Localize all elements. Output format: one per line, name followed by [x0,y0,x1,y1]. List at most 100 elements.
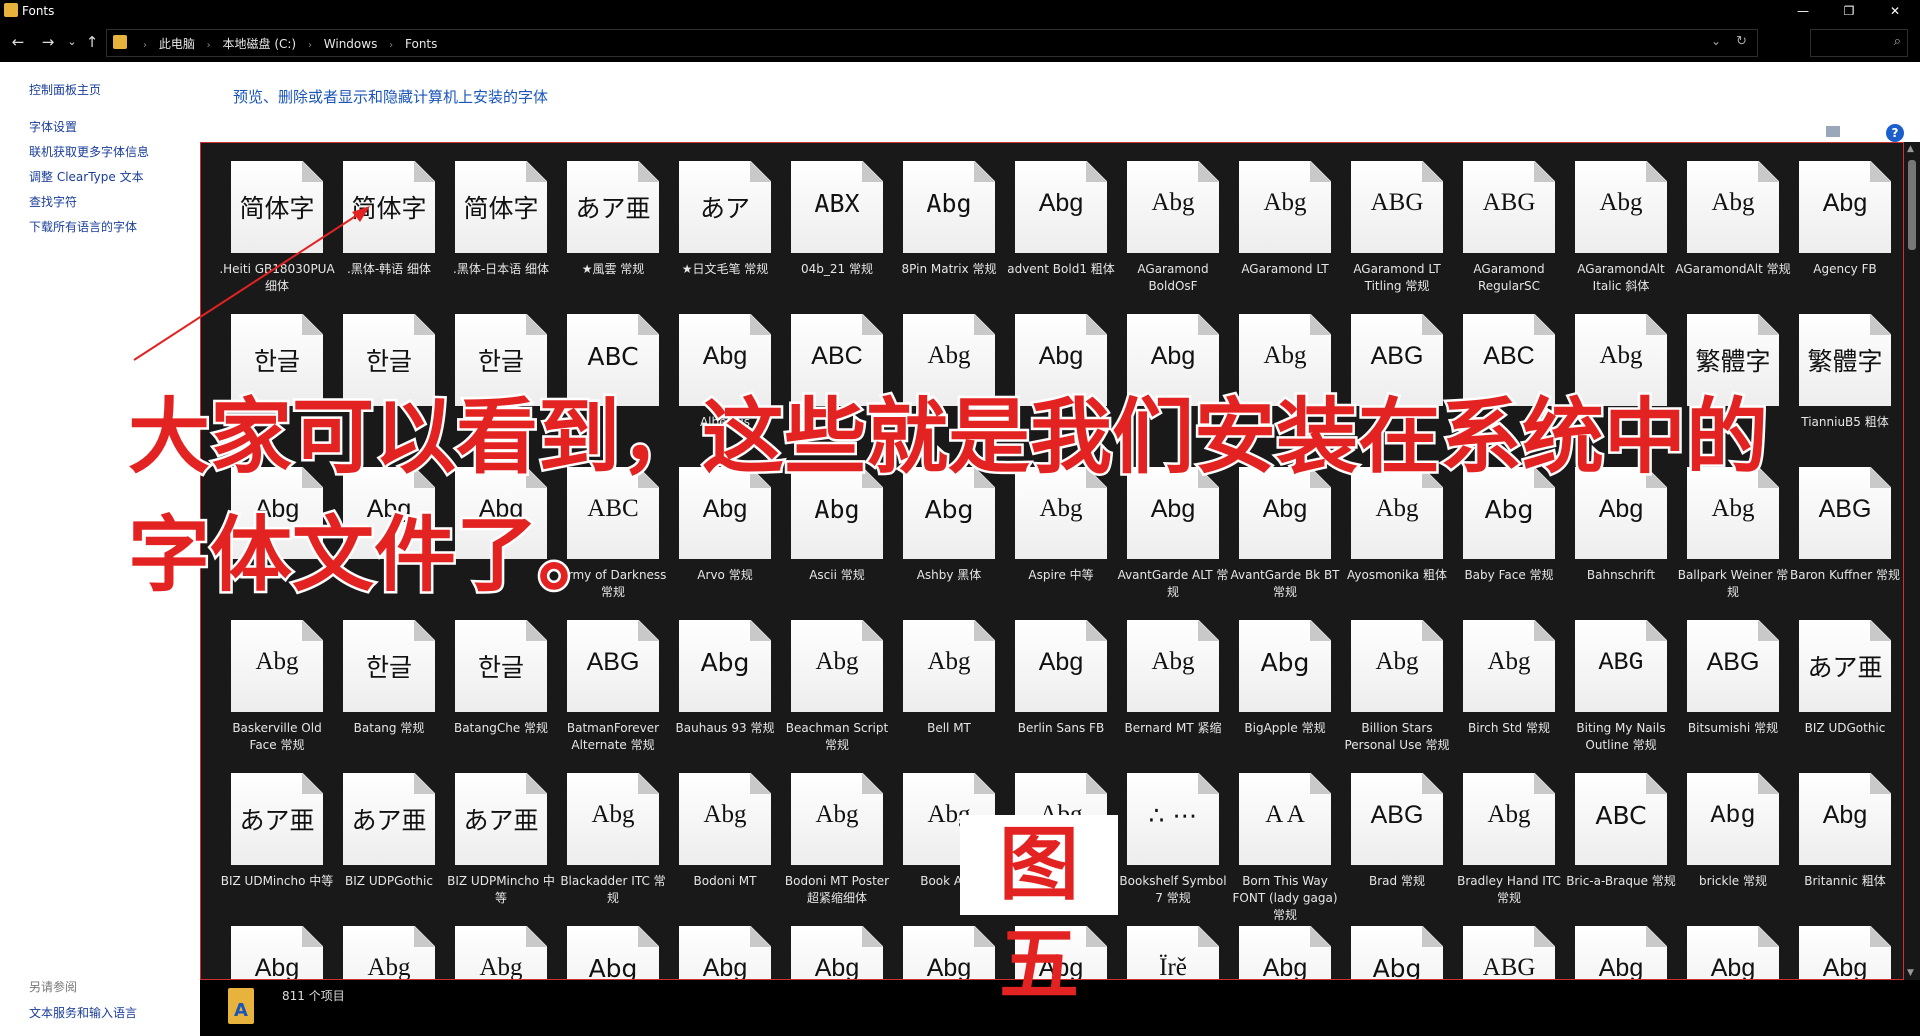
control-panel-home-link[interactable]: 控制面板主页 [29,81,101,98]
search-input[interactable]: ⌕ [1810,29,1908,57]
font-tile[interactable]: Abg [1787,926,1895,979]
up-button[interactable]: ↑ [82,32,102,52]
font-tile[interactable]: ABG Bitsumishi 常规 [1675,620,1783,770]
font-tile[interactable]: Abg AGaramond BoldOsF [1115,161,1223,311]
font-tile[interactable]: 한글 BatangChe 常规 [443,620,551,770]
font-tile[interactable]: Abg Bodoni MT Poster 超紧缩细体 [779,773,889,923]
font-tile[interactable]: Abg Ascii 常规 [779,467,887,617]
font-tile[interactable]: Abg Berlin Sans FB [1003,620,1111,770]
font-tile[interactable]: ABG Brad 常规 [1339,773,1447,923]
scroll-up-icon[interactable]: ▲ [1907,144,1914,154]
font-tile[interactable]: あア亜 BIZ UDGothic [1787,620,1895,770]
breadcrumb-this-pc[interactable]: 此电脑 [159,37,195,51]
font-tile[interactable]: Abg Bauhaus 93 常规 [667,620,775,770]
font-tile[interactable]: Abg advent Bold1 粗体 [1003,161,1115,311]
close-button[interactable]: ✕ [1872,0,1918,22]
address-dropdown-icon[interactable]: ⌄ [1711,34,1721,48]
font-tile[interactable]: Abg Aspire 中等 [1003,467,1111,617]
scrollbar-thumb[interactable] [1908,160,1916,250]
font-tile[interactable]: Ïrě [1115,926,1223,979]
refresh-icon[interactable]: ↻ [1736,34,1747,49]
font-tile[interactable]: 繁體字 TianniuB5 粗体 [1787,314,1895,464]
font-tile[interactable]: Abg Arvo 常规 [667,467,775,617]
font-tile[interactable]: ABG AGaramond LT Titling 常规 [1339,161,1447,311]
font-tile[interactable]: ABC Bric-a-Braque 常规 [1563,773,1676,923]
get-font-info-online-link[interactable]: 联机获取更多字体信息 [29,143,149,160]
font-tile[interactable]: Abg [667,926,775,979]
font-tile[interactable]: Abg Bradley Hand ITC 常规 [1451,773,1561,923]
download-all-language-fonts-link[interactable]: 下载所有语言的字体 [29,218,137,235]
scroll-down-icon[interactable]: ▼ [1907,968,1914,978]
font-tile[interactable]: Abg Ashby 黑体 [891,467,999,617]
font-tile[interactable]: Abg [1227,926,1335,979]
font-tile[interactable]: Abg Billion Stars Personal Use 常规 [1339,620,1450,770]
font-tile[interactable]: Abg [1339,926,1447,979]
font-tile[interactable]: Abg AGaramondAlt Italic 斜体 [1563,161,1671,311]
breadcrumb-fonts[interactable]: Fonts [405,37,437,51]
font-tile[interactable]: Abg Baby Face 常规 [1451,467,1559,617]
font-tile[interactable]: 한글 Batang 常规 [331,620,439,770]
find-character-link[interactable]: 查找字符 [29,193,77,210]
page-fold-icon [1086,926,1107,947]
font-tile[interactable]: Abg [331,926,439,979]
font-tile[interactable]: Abg Bodoni MT [667,773,775,923]
font-tile[interactable]: Abg brickle 常规 [1675,773,1783,923]
font-tile[interactable]: Abg Ayosmonika 粗体 [1339,467,1447,617]
font-tile[interactable]: Abg Baskerville Old Face 常规 [219,620,327,770]
back-button[interactable]: ← [8,32,28,52]
font-tile[interactable]: Abg Birch Std 常规 [1451,620,1559,770]
font-sample-text: Abg [1822,801,1868,829]
font-tile[interactable]: Abg AGaramond LT [1227,161,1335,311]
font-tile[interactable]: Abg Bell MT [891,620,999,770]
font-tile[interactable]: Abg Britannic 粗体 [1787,773,1895,923]
maximize-button[interactable]: ❐ [1826,0,1872,22]
adjust-cleartype-link[interactable]: 调整 ClearType 文本 [29,168,144,185]
font-tile[interactable]: ABG BatmanForever Alternate 常规 [555,620,663,770]
font-tile[interactable]: Abg Agency FB [1787,161,1895,311]
font-tile[interactable]: ABG Biting My Nails Outline 常规 [1563,620,1671,770]
font-tile[interactable]: Abg [443,926,551,979]
font-tile[interactable]: ABG AGaramond RegularSC [1451,161,1559,311]
view-options-icon[interactable] [1826,126,1840,137]
font-tile[interactable]: 简体字 .黑体-日本语 细体 [443,161,551,311]
font-tile[interactable]: ABX 04b_21 常规 [779,161,887,311]
font-tile[interactable]: あア亜 BIZ UDMincho 中等 [219,773,333,923]
font-tile[interactable]: Abg Bahnschrift [1563,467,1671,617]
font-tile[interactable]: Abg Ballpark Weiner 常规 [1675,467,1788,617]
font-tile[interactable]: ABG Baron Kuffner 常规 [1787,467,1900,617]
font-tile[interactable]: Abg 8Pin Matrix 常规 [891,161,999,311]
help-icon[interactable]: ? [1886,124,1904,142]
font-tile[interactable]: Abg AvantGarde ALT 常规 [1115,467,1228,617]
font-tile[interactable]: Abg Beachman Script 常规 [779,620,888,770]
minimize-button[interactable]: — [1780,0,1826,22]
font-sample-text: あア亜 [463,806,539,835]
font-tile[interactable]: あア ★日文毛笔 常规 [667,161,775,311]
font-tile[interactable]: A A Born This Way FONT (lady gaga) 常规 [1227,773,1338,923]
font-name-label: AGaramondAlt Italic 斜体 [1577,262,1665,293]
font-tile[interactable]: Abg [779,926,887,979]
font-sample-text: Abg [1710,801,1756,830]
text-services-link[interactable]: 文本服务和输入语言 [29,1004,137,1021]
font-tile[interactable]: Abg [1675,926,1783,979]
breadcrumb-windows[interactable]: Windows [324,37,378,51]
font-tile[interactable]: ∴ ⋯ Bookshelf Symbol 7 常规 [1115,773,1227,923]
font-tile[interactable]: あア亜 BIZ UDPMincho 中等 [443,773,555,923]
font-settings-link[interactable]: 字体设置 [29,118,77,135]
breadcrumb-local-disk[interactable]: 本地磁盘 (C:) [223,37,297,51]
font-tile[interactable]: Abg AvantGarde Bk BT 常规 [1227,467,1340,617]
font-tile[interactable]: あア亜 ★風雲 常规 [555,161,663,311]
address-bar[interactable]: › 此电脑 › 本地磁盘 (C:) › Windows › Fonts ⌄ ↻ [106,29,1758,57]
recent-locations-button[interactable]: ⌄ [62,32,82,52]
font-tile[interactable]: あア亜 BIZ UDPGothic [331,773,439,923]
font-tile[interactable]: Abg [891,926,999,979]
forward-button[interactable]: → [38,32,58,52]
font-tile[interactable]: Abg Blackadder ITC 常规 [555,773,666,923]
font-tile[interactable]: Abg AGaramondAlt 常规 [1675,161,1791,311]
font-tile[interactable]: Abg [219,926,327,979]
font-tile[interactable]: Abg BigApple 常规 [1227,620,1335,770]
font-tile[interactable]: Abg [555,926,663,979]
font-tile[interactable]: Abg [1563,926,1671,979]
font-tile[interactable]: Abg Bernard MT 紧缩 [1115,620,1223,770]
font-tile[interactable]: ABG [1451,926,1559,979]
vertical-scrollbar[interactable]: ▲ ▼ [1904,142,1920,980]
